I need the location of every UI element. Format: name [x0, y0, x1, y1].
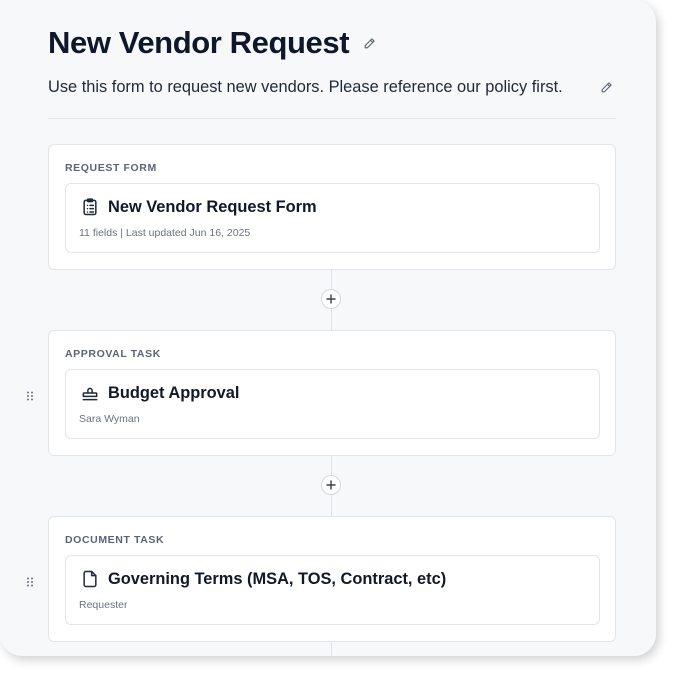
- plus-icon: [326, 480, 336, 490]
- section-label: DOCUMENT TASK: [65, 534, 165, 546]
- add-step-button[interactable]: [321, 475, 341, 495]
- approval-step-item[interactable]: Budget Approval Sara Wyman: [65, 369, 600, 439]
- document-step-item[interactable]: Governing Terms (MSA, TOS, Contract, etc…: [65, 555, 600, 625]
- edit-description-pencil-icon[interactable]: [600, 81, 613, 94]
- page-description: Use this form to request new vendors. Pl…: [48, 78, 563, 96]
- item-header: Governing Terms (MSA, TOS, Contract, etc…: [80, 568, 446, 590]
- clipboard-list-icon: [80, 197, 100, 217]
- approval-task-card: APPROVAL TASK Budget Approval Sara Wyman: [48, 330, 616, 456]
- section-label: REQUEST FORM: [65, 162, 157, 174]
- page-title: New Vendor Request: [48, 25, 350, 60]
- step-subtitle: 11 fields | Last updated Jun 16, 2025: [79, 227, 251, 239]
- add-step-button[interactable]: [321, 289, 341, 309]
- request-form-card: REQUEST FORM New Vendor Request Form 11 …: [48, 144, 616, 270]
- document-task-card: DOCUMENT TASK Governing Terms (MSA, TOS,…: [48, 516, 616, 642]
- step-connector-line: [331, 641, 332, 656]
- document-icon: [80, 569, 100, 589]
- section-label: APPROVAL TASK: [65, 348, 161, 360]
- header-divider: [48, 118, 616, 119]
- step-title: Budget Approval: [108, 384, 240, 402]
- description-row: Use this form to request new vendors. Pl…: [48, 76, 613, 98]
- workflow-editor-panel: New Vendor Request Use this form to requ…: [0, 0, 656, 656]
- plus-icon: [326, 294, 336, 304]
- drag-handle-icon[interactable]: [26, 574, 34, 587]
- step-assignee: Requester: [79, 599, 128, 611]
- stamp-icon: [80, 383, 100, 403]
- drag-handle-icon[interactable]: [26, 388, 34, 401]
- step-assignee: Sara Wyman: [79, 413, 140, 425]
- item-header: New Vendor Request Form: [80, 196, 317, 218]
- title-row: New Vendor Request: [48, 24, 376, 62]
- step-title: New Vendor Request Form: [108, 198, 317, 216]
- step-title: Governing Terms (MSA, TOS, Contract, etc…: [108, 570, 447, 588]
- form-step-item[interactable]: New Vendor Request Form 11 fields | Last…: [65, 183, 600, 253]
- edit-title-pencil-icon[interactable]: [363, 37, 376, 50]
- item-header: Budget Approval: [80, 382, 239, 404]
